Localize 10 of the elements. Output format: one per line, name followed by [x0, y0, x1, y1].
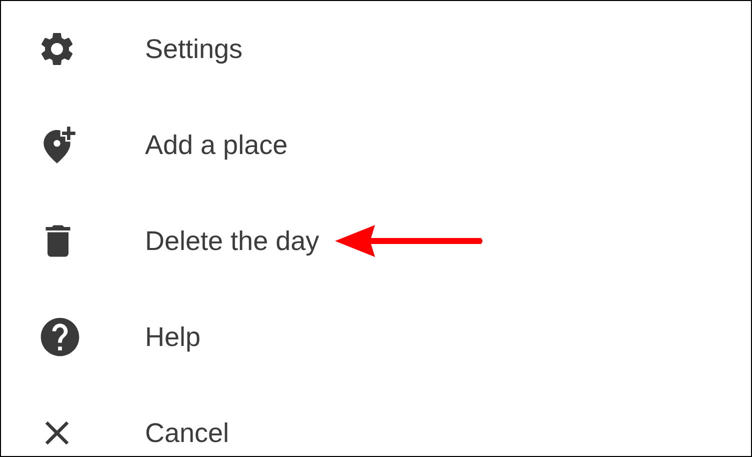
menu-item-label: Add a place [145, 128, 288, 162]
menu-item-label: Settings [145, 32, 243, 66]
menu-item-label: Delete the day [145, 224, 320, 258]
menu-item[interactable]: Delete the day [1, 193, 751, 289]
menu-item[interactable]: Add a place [1, 97, 751, 193]
menu-item-label: Help [145, 320, 201, 354]
menu-item[interactable]: Cancel [1, 385, 751, 456]
menu-item-label: Cancel [145, 416, 230, 450]
menu-item[interactable]: Help [1, 289, 751, 385]
menu-item[interactable]: Settings [1, 1, 751, 97]
